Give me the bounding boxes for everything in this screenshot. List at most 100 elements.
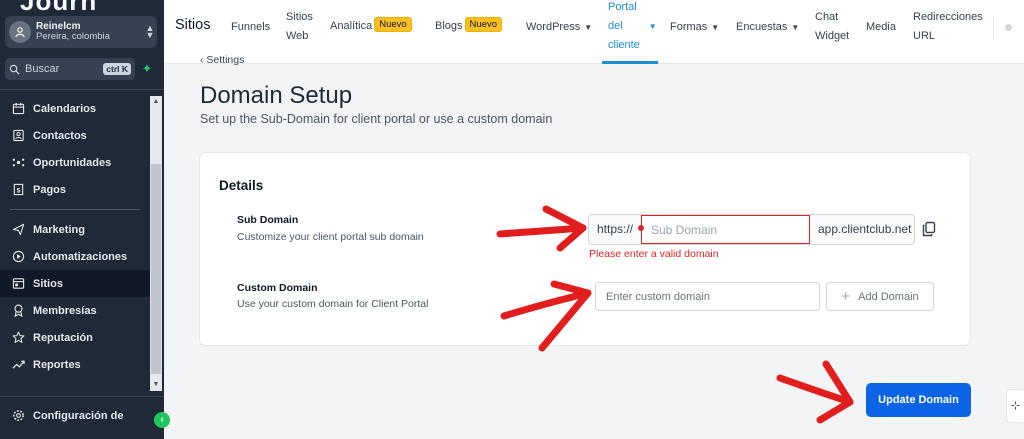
collapse-sidebar-button[interactable]: ‹ xyxy=(154,412,170,428)
sidebar-item-label: Marketing xyxy=(33,223,85,236)
tab-label-line2: URL xyxy=(913,30,936,42)
svg-text:$: $ xyxy=(17,187,21,194)
custom-domain-input[interactable] xyxy=(595,282,820,311)
tab-encuestas[interactable]: Encuestas ▼ xyxy=(736,18,799,37)
sub-domain-error: Please enter a valid domain xyxy=(589,248,719,260)
new-badge: Nuevo xyxy=(464,17,502,32)
sparkle-icon[interactable]: ✦ xyxy=(139,61,155,77)
tab-wordpress[interactable]: WordPress ▼ xyxy=(526,18,592,37)
tab-redirecciones-url[interactable]: Redirecciones URL xyxy=(913,8,983,46)
tab-label-line2: del xyxy=(608,20,623,32)
contacts-icon xyxy=(13,129,24,142)
sidebar-item-calendarios[interactable]: Calendarios xyxy=(0,95,150,122)
membership-icon xyxy=(14,304,23,317)
error-dot-icon xyxy=(638,225,644,231)
tab-label-line3: cliente xyxy=(608,39,640,51)
sidebar-item-reportes[interactable]: Reportes xyxy=(0,351,150,378)
details-card: Details Sub Domain Customize your client… xyxy=(199,152,971,346)
account-switcher[interactable]: Reinelcm Pereira, colombia ▲ ▼ xyxy=(5,16,157,48)
tab-label: WordPress xyxy=(526,21,581,33)
plus-icon: + xyxy=(841,288,851,305)
sites-icon xyxy=(12,278,25,289)
account-location: Pereira, colombia xyxy=(36,31,110,43)
user-icon xyxy=(9,21,31,43)
tab-analitica[interactable]: Analítica Nuevo xyxy=(330,17,412,36)
custom-domain-label: Custom Domain xyxy=(237,282,318,294)
tab-label: Blogs xyxy=(435,20,463,32)
sub-domain-description: Customize your client portal sub domain xyxy=(237,231,424,243)
sidebar-item-oportunidades[interactable]: Oportunidades xyxy=(0,149,150,176)
tab-label-line1: Sitios xyxy=(286,11,313,23)
tab-label: Formas xyxy=(670,21,708,33)
sidebar-item-membresias[interactable]: Membresías xyxy=(0,297,150,324)
divider xyxy=(993,17,994,39)
tab-funnels[interactable]: Funnels xyxy=(231,18,270,37)
sidebar-item-label: Pagos xyxy=(33,183,67,196)
tab-label: Analítica xyxy=(330,20,373,32)
search-placeholder: Buscar xyxy=(25,63,60,75)
tab-portal-del-cliente[interactable]: Portal del ▼ cliente xyxy=(608,0,657,55)
sidebar-item-marketing[interactable]: Marketing xyxy=(0,216,150,243)
more-icon[interactable] xyxy=(1005,24,1012,31)
new-badge: Nuevo xyxy=(374,17,412,32)
sidebar-nav: Calendarios Contactos Oportunidades $ Pa… xyxy=(0,95,150,378)
search-input[interactable]: Buscar ctrl K xyxy=(5,58,135,80)
automation-icon xyxy=(12,250,25,263)
chevron-down-icon: ▼ xyxy=(791,23,800,32)
add-domain-button[interactable]: + Add Domain xyxy=(826,282,934,311)
divider xyxy=(10,209,140,210)
card-title: Details xyxy=(219,178,264,193)
sidebar-item-label: Calendarios xyxy=(33,102,96,115)
sidebar-item-label: Automatizaciones xyxy=(33,250,128,263)
star-icon xyxy=(12,331,25,343)
sidebar-item-label: Configuración de xyxy=(33,409,124,422)
tab-blogs[interactable]: Blogs Nuevo xyxy=(435,17,502,36)
chart-icon xyxy=(12,360,25,369)
tab-label-line1: Chat xyxy=(815,11,839,23)
scroll-thumb[interactable] xyxy=(151,164,161,374)
sidebar-item-configuracion[interactable]: Configuración de xyxy=(12,409,123,422)
sidebar-item-reputacion[interactable]: Reputación xyxy=(0,324,150,351)
sidebar-item-label: Membresías xyxy=(33,304,97,317)
back-link[interactable]: ‹ Settings xyxy=(200,54,244,66)
scroll-down-icon[interactable]: ▼ xyxy=(150,379,162,391)
sidebar-item-label: Oportunidades xyxy=(33,156,112,169)
tab-media[interactable]: Media xyxy=(866,18,896,37)
payments-icon: $ xyxy=(13,183,24,196)
sub-domain-prefix: https:// xyxy=(597,222,634,236)
sub-domain-group: https:// app.clientclub.net xyxy=(588,214,915,245)
send-icon xyxy=(12,223,25,236)
tab-formas[interactable]: Formas ▼ xyxy=(670,18,719,37)
copy-icon[interactable] xyxy=(921,221,937,237)
tab-sitios-web[interactable]: Sitios Web xyxy=(286,8,313,46)
tab-label-line2: Web xyxy=(286,30,309,42)
tab-chat-widget[interactable]: Chat Widget xyxy=(815,8,849,46)
sub-domain-input[interactable] xyxy=(641,215,810,244)
tab-label: Encuestas xyxy=(736,21,788,33)
sidebar-item-sitios[interactable]: Sitios xyxy=(0,270,150,297)
sidebar-item-contactos[interactable]: Contactos xyxy=(0,122,150,149)
sidebar-scrollbar[interactable]: ▲ ▼ xyxy=(150,96,162,391)
search-icon xyxy=(9,64,20,75)
scroll-up-icon[interactable]: ▲ xyxy=(150,96,162,108)
sub-domain-label: Sub Domain xyxy=(237,214,299,226)
sidebar-item-pagos[interactable]: $ Pagos xyxy=(0,176,150,203)
sidebar-item-automatizaciones[interactable]: Automatizaciones xyxy=(0,243,150,270)
sub-domain-suffix: app.clientclub.net xyxy=(818,222,912,236)
divider xyxy=(0,89,164,90)
sidebar-item-label: Contactos xyxy=(33,129,87,142)
add-domain-label: Add Domain xyxy=(858,290,919,303)
section-title: Sitios xyxy=(175,17,211,33)
search-shortcut: ctrl K xyxy=(103,63,131,75)
chevron-down-icon: ▼ xyxy=(711,23,720,32)
gear-icon xyxy=(13,410,24,421)
opportunities-icon xyxy=(12,158,25,167)
update-domain-button[interactable]: Update Domain xyxy=(866,383,971,417)
help-widget-icon[interactable]: ⊹ xyxy=(1006,389,1024,423)
chevron-down-icon: ▼ xyxy=(648,22,657,31)
sidebar-item-label: Reputación xyxy=(33,331,93,344)
tab-label-line1: Portal xyxy=(608,1,637,13)
page-subtitle: Set up the Sub-Domain for client portal … xyxy=(200,112,553,126)
custom-domain-description: Use your custom domain for Client Portal xyxy=(237,298,429,310)
divider xyxy=(0,396,164,397)
